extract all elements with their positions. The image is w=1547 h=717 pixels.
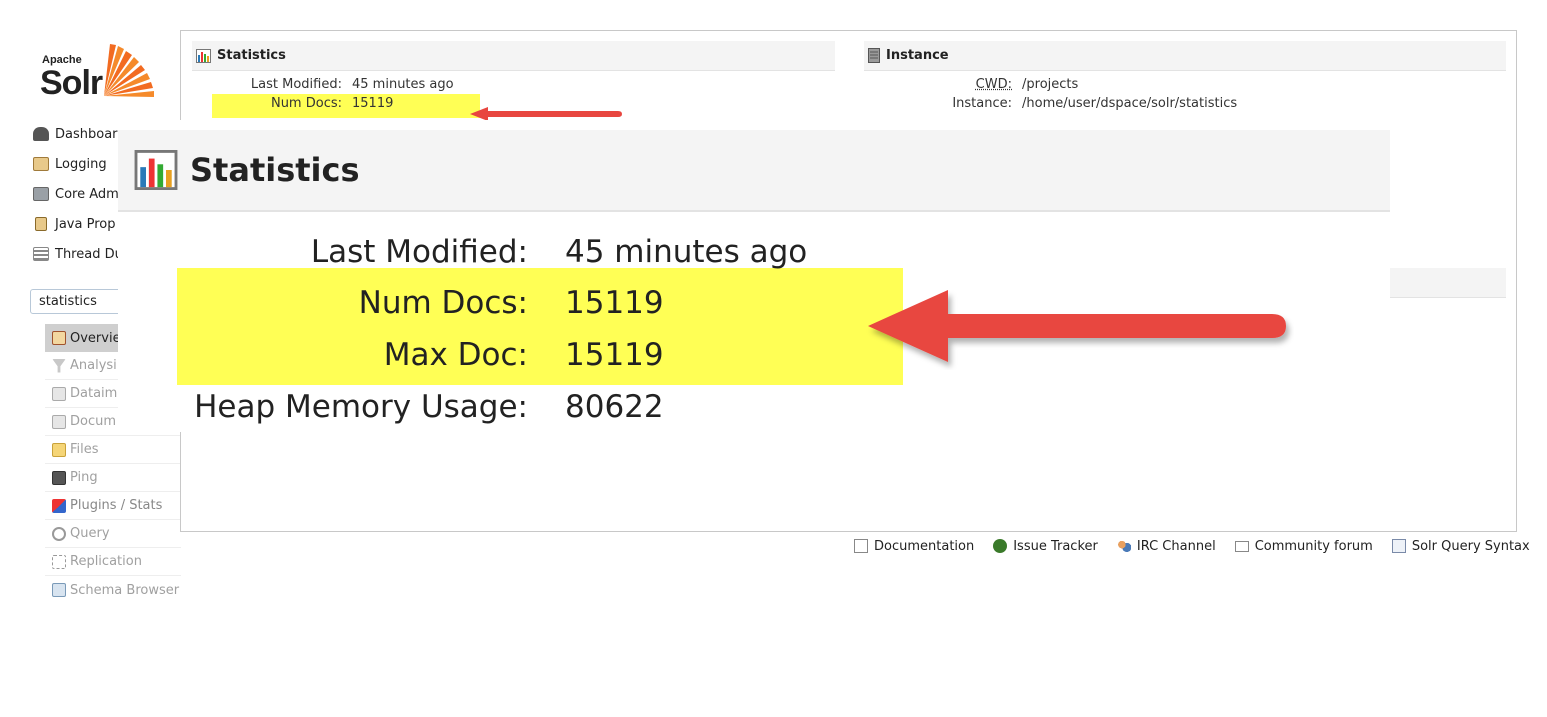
core-menu-files[interactable]: Files (45, 436, 181, 464)
solr-sun-icon (104, 44, 154, 97)
core-menu-query-label: Query (70, 526, 110, 541)
last-modified-label: Last Modified: (250, 77, 342, 92)
statistics-panel-header: Statistics (192, 41, 835, 71)
stat-last-modified: Last Modified: 45 minutes ago (212, 77, 454, 92)
instance-title: Instance (886, 48, 949, 63)
core-menu-plugins-stats[interactable]: Plugins / Stats (45, 492, 181, 520)
core-menu-replication[interactable]: Replication (45, 548, 181, 576)
nav-thread-dump-label: Thread Du (55, 246, 123, 262)
zoom-last-modified-label: Last Modified: (310, 234, 528, 270)
statistics-title: Statistics (217, 48, 286, 63)
dashboard-icon (33, 127, 49, 141)
documents-icon (52, 414, 66, 429)
instance-label: Instance: (952, 96, 1012, 111)
zoom-max-doc-value: 15119 (565, 337, 664, 373)
core-menu-files-label: Files (70, 442, 99, 457)
footer-solr-query-syntax-label: Solr Query Syntax (1411, 538, 1530, 554)
zoom-heap-memory: Heap Memory Usage: 80622 (118, 381, 664, 432)
solr-logo[interactable]: Apache Solr (38, 38, 168, 102)
footer-community-forum-link[interactable]: Community forum (1234, 538, 1373, 554)
folder-icon (52, 442, 66, 457)
instance-cwd: CWD: /projects (882, 77, 1079, 92)
funnel-icon (52, 358, 66, 373)
stat-num-docs: Num Docs: 15119 (212, 96, 393, 111)
nav-dashboard-label: Dashboar (55, 126, 118, 142)
footer-documentation-link[interactable]: Documentation (854, 539, 974, 554)
nav-core-admin-label: Core Adm (55, 186, 119, 202)
thread-dump-icon (33, 247, 49, 261)
footer-issue-tracker-label: Issue Tracker (1013, 538, 1098, 554)
irc-icon (1116, 539, 1131, 553)
nav-logging-label: Logging (55, 156, 107, 172)
home-icon (52, 331, 66, 345)
bar-chart-icon (134, 150, 178, 190)
zoom-last-modified-value: 45 minutes ago (565, 234, 808, 270)
footer-solr-query-syntax-link[interactable]: Solr Query Syntax (1391, 538, 1530, 554)
instance-panel-header: Instance (864, 41, 1506, 71)
query-icon (52, 526, 66, 541)
num-docs-label: Num Docs: (270, 96, 342, 111)
zoom-header: Statistics (118, 130, 1390, 212)
core-menu-query[interactable]: Query (45, 520, 181, 548)
dataimport-icon (52, 386, 66, 401)
zoom-max-doc-label: Max Doc: (383, 337, 528, 373)
core-menu-ping[interactable]: Ping (45, 464, 181, 492)
footer-community-forum-label: Community forum (1254, 538, 1373, 554)
schema-icon (52, 583, 66, 597)
document-icon (854, 539, 868, 553)
nav-java-properties-label: Java Prop (55, 216, 116, 232)
core-menu-dataimport-label: Dataim (70, 386, 118, 401)
replication-icon (52, 554, 66, 569)
zoom-heap-value: 80622 (565, 389, 664, 425)
core-menu-overview-label: Overvie (70, 330, 121, 346)
core-menu-plugins-stats-label: Plugins / Stats (70, 498, 163, 513)
core-menu-ping-label: Ping (70, 470, 98, 485)
big-arrow-icon (868, 290, 1286, 362)
last-modified-value: 45 minutes ago (352, 77, 454, 92)
footer-issue-tracker-link[interactable]: Issue Tracker (993, 539, 1098, 554)
footer-documentation-label: Documentation (874, 538, 975, 554)
zoom-last-modified: Last Modified: 45 minutes ago (118, 226, 807, 278)
zoom-statistics-title: Statistics (190, 151, 360, 189)
core-admin-icon (33, 187, 49, 201)
cwd-label: CWD: (975, 77, 1012, 92)
ping-icon (52, 470, 66, 485)
instance-value: /home/user/dspace/solr/statistics (1022, 96, 1238, 111)
core-menu-analysis-label: Analysi (70, 358, 117, 373)
core-menu-schema-browser-label: Schema Browser (70, 582, 180, 598)
footer-links: Documentation Issue Tracker IRC Channel … (854, 536, 1530, 556)
zoom-num-docs: Num Docs: 15119 (118, 277, 664, 329)
logo-solr-text: Solr (40, 64, 103, 102)
bar-chart-icon (196, 48, 211, 63)
footer-irc-channel-link[interactable]: IRC Channel (1116, 538, 1216, 554)
zoom-num-docs-label: Num Docs: (358, 285, 528, 321)
mail-icon (1234, 540, 1249, 552)
cwd-value: /projects (1022, 77, 1079, 92)
zoom-num-docs-value: 15119 (565, 285, 664, 321)
plugins-icon (52, 498, 66, 513)
num-docs-value: 15119 (352, 96, 394, 111)
server-icon (868, 48, 880, 63)
zoom-heap-label: Heap Memory Usage: (194, 389, 528, 425)
statistics-zoom-callout: Statistics Last Modified: 45 minutes ago … (118, 120, 1390, 432)
core-menu-schema-browser[interactable]: Schema Browser (45, 576, 181, 604)
bug-icon (993, 539, 1008, 553)
core-menu-replication-label: Replication (70, 554, 142, 569)
instance-path: Instance: /home/user/dspace/solr/statisti… (882, 96, 1237, 111)
logging-icon (33, 157, 49, 171)
footer-irc-channel-label: IRC Channel (1136, 538, 1216, 554)
java-properties-icon (35, 217, 47, 231)
core-menu-documents-label: Docum (70, 414, 117, 429)
syntax-icon (1391, 539, 1406, 553)
zoom-max-doc: Max Doc: 15119 (118, 329, 664, 381)
